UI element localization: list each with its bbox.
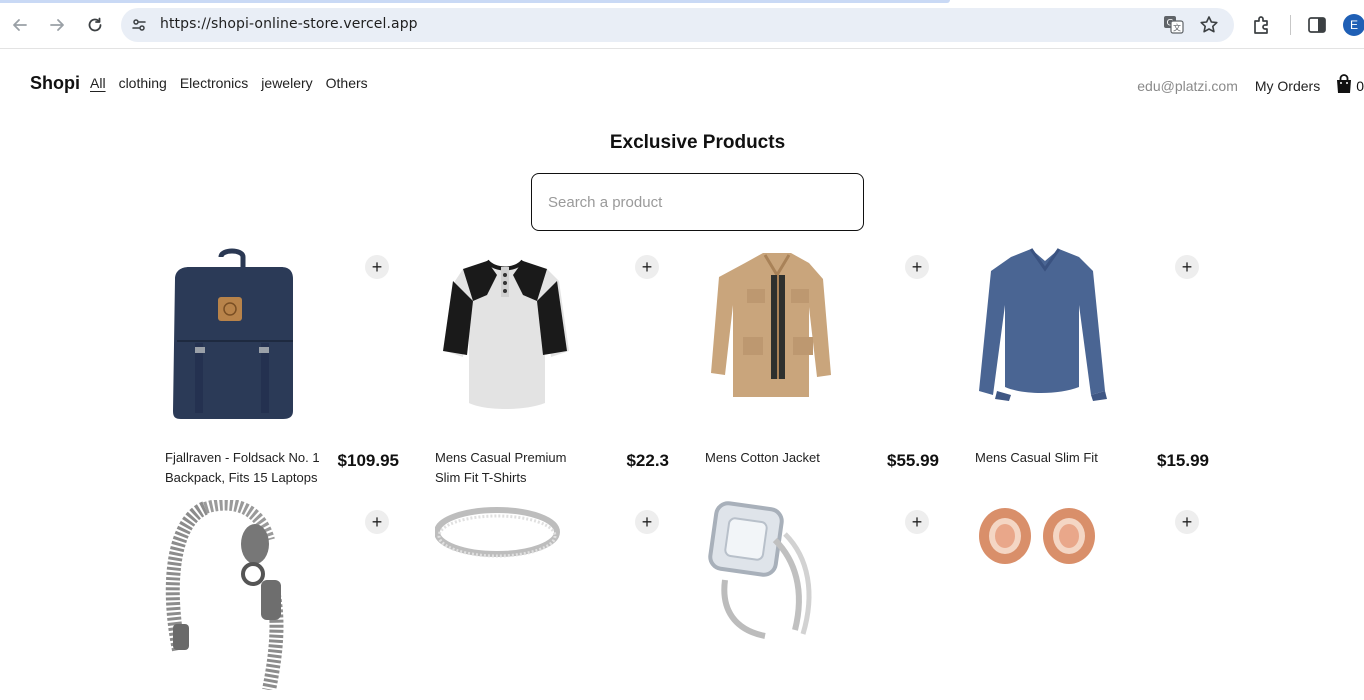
user-email: edu@platzi.com — [1137, 77, 1238, 94]
svg-text:文: 文 — [1173, 23, 1181, 33]
product-price: $22.3 — [626, 451, 669, 470]
product-image-backpack[interactable]: + — [165, 245, 399, 435]
product-card[interactable]: + Mens Cotton Jacket $55.99 — [705, 245, 939, 500]
page-title: Exclusive Products — [609, 132, 786, 153]
product-image-dragon-bracelet[interactable]: + — [165, 498, 399, 692]
product-info: Fjallraven - Foldsack No. 1 Backpack, Fi… — [165, 448, 399, 488]
category-nav: All clothing Electronics jewelery Others — [90, 75, 368, 91]
back-icon[interactable] — [8, 13, 32, 37]
url-text[interactable]: https://shopi-online-store.vercel.app — [160, 16, 418, 32]
nav-category-jewelery[interactable]: jewelery — [261, 75, 312, 91]
toolbar-divider — [1290, 15, 1291, 35]
nav-category-electronics[interactable]: Electronics — [180, 75, 248, 91]
bookmark-star-icon[interactable] — [1198, 14, 1220, 36]
add-to-cart-button[interactable]: + — [1175, 255, 1199, 279]
add-to-cart-button[interactable]: + — [365, 255, 389, 279]
product-image-rose-gold-plugs[interactable]: + — [975, 500, 1209, 690]
product-card[interactable]: + — [975, 500, 1209, 700]
add-to-cart-button[interactable]: + — [1175, 510, 1199, 534]
product-grid: + Fjallraven - Foldsack No. 1 Backpack, … — [165, 245, 1215, 700]
nav-category-clothing[interactable]: clothing — [119, 75, 167, 91]
side-panel-icon[interactable] — [1305, 13, 1329, 37]
product-price: $15.99 — [1157, 451, 1209, 470]
reload-icon[interactable] — [83, 13, 107, 37]
product-price: $109.95 — [337, 451, 399, 470]
account-nav: edu@platzi.com My Orders 0 — [1137, 73, 1364, 98]
product-card[interactable]: + Mens Casual Slim Fit $15.99 — [975, 245, 1209, 500]
add-to-cart-button[interactable]: + — [905, 510, 929, 534]
profile-avatar[interactable]: E — [1343, 14, 1364, 36]
nav-category-all[interactable]: All — [90, 75, 106, 91]
product-image-diamond-ring-set[interactable]: + — [705, 500, 939, 690]
site-info-icon[interactable] — [129, 15, 149, 35]
product-name: Mens Casual Premium Slim Fit T-Shirts — [435, 450, 567, 485]
product-card[interactable]: + — [434, 500, 669, 700]
add-to-cart-button[interactable]: + — [365, 510, 389, 534]
product-name: Fjallraven - Foldsack No. 1 Backpack, Fi… — [165, 450, 320, 485]
product-name: Mens Casual Slim Fit — [975, 450, 1098, 465]
product-info: Mens Casual Slim Fit $15.99 — [975, 448, 1209, 471]
product-image-cotton-jacket[interactable]: + — [705, 245, 939, 435]
product-info: Mens Casual Premium Slim Fit T-Shirts $2… — [435, 448, 669, 488]
shopping-bag-icon — [1334, 73, 1354, 98]
extensions-icon[interactable] — [1250, 13, 1274, 37]
translate-icon[interactable]: G文 — [1163, 15, 1185, 35]
product-price: $55.99 — [887, 451, 939, 470]
add-to-cart-button[interactable]: + — [635, 255, 659, 279]
search-input[interactable] — [531, 173, 864, 231]
cart-count: 0 — [1356, 77, 1364, 94]
product-info: Mens Cotton Jacket $55.99 — [705, 448, 939, 471]
cart-button[interactable]: 0 — [1334, 73, 1364, 98]
nav-category-others[interactable]: Others — [326, 75, 368, 91]
add-to-cart-button[interactable]: + — [905, 255, 929, 279]
product-card[interactable]: + Mens Casual Premium Slim Fit T-Shirts … — [435, 245, 669, 500]
product-image-silver-band-ring[interactable]: + — [434, 500, 669, 690]
add-to-cart-button[interactable]: + — [635, 510, 659, 534]
my-orders-link[interactable]: My Orders — [1255, 78, 1320, 94]
address-bar[interactable]: https://shopi-online-store.vercel.app G文 — [121, 8, 1234, 42]
tab-strip-edge — [0, 0, 950, 3]
product-image-blue-longsleeve[interactable]: + — [975, 245, 1209, 435]
product-card[interactable]: + Fjallraven - Foldsack No. 1 Backpack, … — [165, 245, 399, 500]
product-card[interactable]: + — [705, 500, 939, 700]
browser-toolbar: https://shopi-online-store.vercel.app G文… — [0, 0, 1364, 49]
brand-logo[interactable]: Shopi — [30, 73, 80, 94]
product-image-raglan-tshirt[interactable]: + — [435, 245, 669, 435]
forward-icon[interactable] — [45, 13, 69, 37]
product-name: Mens Cotton Jacket — [705, 450, 820, 465]
product-card[interactable]: + — [165, 498, 399, 700]
site-navbar: Shopi All clothing Electronics jewelery … — [0, 49, 1364, 119]
